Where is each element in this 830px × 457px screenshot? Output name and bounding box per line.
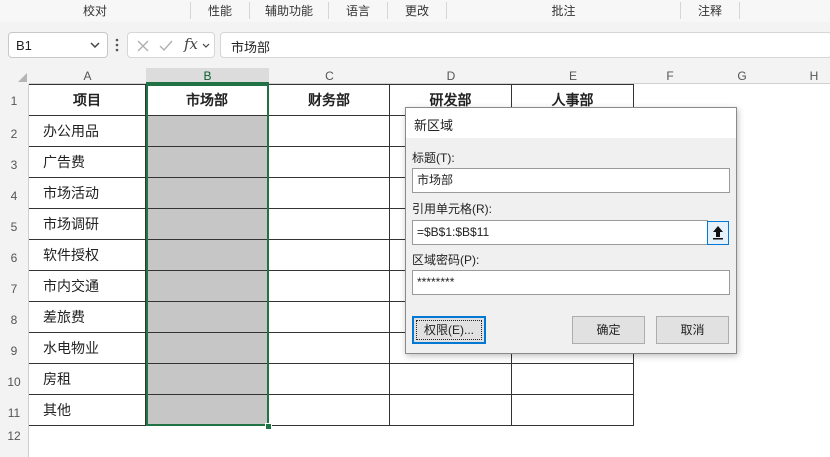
hr-cell[interactable] (512, 364, 634, 395)
column-header-e[interactable]: E (512, 68, 634, 84)
ribbon-group-comments: 批注 (551, 4, 576, 18)
ok-button[interactable]: 确定 (572, 316, 645, 344)
column-header-g[interactable]: G (706, 68, 778, 84)
row-header[interactable]: 2 (0, 127, 28, 141)
reference-field[interactable]: =$B$1:$B$11 (412, 220, 708, 245)
finance-cell[interactable] (269, 240, 390, 271)
ribbon-group-accessibility: 辅助功能 (264, 4, 313, 18)
title-label: 标题(T): (412, 151, 455, 165)
formula-content: 市场部 (231, 40, 271, 55)
header-cell-marketing[interactable]: 市场部 (146, 85, 269, 116)
collapse-arrow-icon (713, 226, 723, 240)
item-cell[interactable]: 差旅费 (29, 302, 146, 333)
formula-bar: B1 fx 市场部 (0, 22, 830, 68)
marketing-cell[interactable] (146, 147, 269, 178)
row-header[interactable]: 12 (0, 429, 28, 443)
ribbon-group-changes: 更改 (404, 4, 429, 18)
item-cell[interactable]: 办公用品 (29, 116, 146, 147)
item-cell[interactable]: 房租 (29, 364, 146, 395)
password-label: 区域密码(P): (412, 253, 480, 267)
finance-cell[interactable] (269, 395, 390, 426)
cancel-button[interactable]: 取消 (656, 316, 729, 344)
chevron-down-icon[interactable] (87, 37, 103, 53)
dialog-title: 新区域 (414, 118, 454, 133)
row-header[interactable]: 8 (0, 313, 28, 327)
dialog-titlebar[interactable]: 新区域 (406, 108, 736, 138)
marketing-cell[interactable] (146, 209, 269, 240)
item-cell[interactable]: 其他 (29, 395, 146, 426)
name-box-value: B1 (16, 38, 32, 53)
finance-cell[interactable] (269, 147, 390, 178)
ribbon-group-proofing: 校对 (82, 4, 107, 18)
item-cell[interactable]: 市场调研 (29, 209, 146, 240)
row-header[interactable]: 11 (0, 406, 28, 420)
item-cell[interactable]: 水电物业 (29, 333, 146, 364)
reference-label: 引用单元格(R): (412, 202, 492, 216)
item-cell[interactable]: 广告费 (29, 147, 146, 178)
row-header[interactable]: 5 (0, 220, 28, 234)
item-cell[interactable]: 市场活动 (29, 178, 146, 209)
header-cell-item[interactable]: 项目 (29, 85, 146, 116)
finance-cell[interactable] (269, 302, 390, 333)
finance-cell[interactable] (269, 333, 390, 364)
row-headers: 1 2 3 4 5 6 7 8 9 10 11 12 (0, 84, 29, 457)
permissions-button[interactable]: 权限(E)... (412, 316, 486, 344)
collapse-dialog-button[interactable] (707, 221, 729, 245)
row-header[interactable]: 9 (0, 344, 28, 358)
confirm-entry-icon[interactable] (158, 39, 174, 53)
item-cell[interactable]: 市内交通 (29, 271, 146, 302)
marketing-cell[interactable] (146, 395, 269, 426)
row-header[interactable]: 3 (0, 158, 28, 172)
select-all-triangle (18, 73, 27, 82)
rnd-cell[interactable] (390, 395, 512, 426)
title-field[interactable]: 市场部 (412, 168, 730, 193)
name-box[interactable]: B1 (8, 32, 108, 58)
ribbon-group-labels: 校对 性能 辅助功能 语言 更改 批注 注释 (0, 0, 830, 23)
column-header-b[interactable]: B (146, 68, 269, 84)
hr-cell[interactable] (512, 395, 634, 426)
chevron-down-icon[interactable] (201, 41, 211, 51)
marketing-cell[interactable] (146, 240, 269, 271)
marketing-cell[interactable] (146, 271, 269, 302)
ribbon-separator (739, 2, 740, 19)
select-all-corner[interactable] (0, 68, 29, 84)
ribbon-group-notes: 注释 (697, 4, 722, 18)
row-header[interactable]: 6 (0, 251, 28, 265)
item-cell[interactable]: 软件授权 (29, 240, 146, 271)
more-vertical-icon[interactable] (113, 35, 121, 55)
marketing-cell[interactable] (146, 178, 269, 209)
marketing-cell[interactable] (146, 333, 269, 364)
new-range-dialog: 新区域 标题(T): 市场部 引用单元格(R): =$B$1:$B$11 区域密… (405, 107, 737, 354)
column-headers: A B C D E F G H (0, 68, 830, 84)
fill-handle[interactable] (265, 423, 272, 430)
rnd-cell[interactable] (390, 364, 512, 395)
header-cell-finance[interactable]: 财务部 (269, 85, 390, 116)
column-header-d[interactable]: D (390, 68, 512, 84)
cancel-entry-icon[interactable] (136, 39, 150, 53)
column-header-a[interactable]: A (29, 68, 146, 84)
formula-tools: fx (127, 32, 215, 58)
marketing-cell[interactable] (146, 302, 269, 333)
finance-cell[interactable] (269, 116, 390, 147)
password-field[interactable]: ******** (412, 270, 730, 295)
formula-input[interactable]: 市场部 (220, 32, 830, 58)
ribbon-group-language: 语言 (345, 4, 370, 18)
finance-cell[interactable] (269, 271, 390, 302)
row-header[interactable]: 4 (0, 189, 28, 203)
column-header-h[interactable]: H (778, 68, 830, 84)
marketing-cell[interactable] (146, 364, 269, 395)
finance-cell[interactable] (269, 209, 390, 240)
column-header-c[interactable]: C (269, 68, 390, 84)
row-header[interactable]: 7 (0, 282, 28, 296)
finance-cell[interactable] (269, 364, 390, 395)
ribbon-group-performance: 性能 (207, 4, 232, 18)
marketing-cell[interactable] (146, 116, 269, 147)
column-header-f[interactable]: F (634, 68, 706, 84)
row-header[interactable]: 10 (0, 375, 28, 389)
insert-function-icon[interactable]: fx (184, 35, 198, 53)
finance-cell[interactable] (269, 178, 390, 209)
row-header[interactable]: 1 (0, 94, 28, 108)
